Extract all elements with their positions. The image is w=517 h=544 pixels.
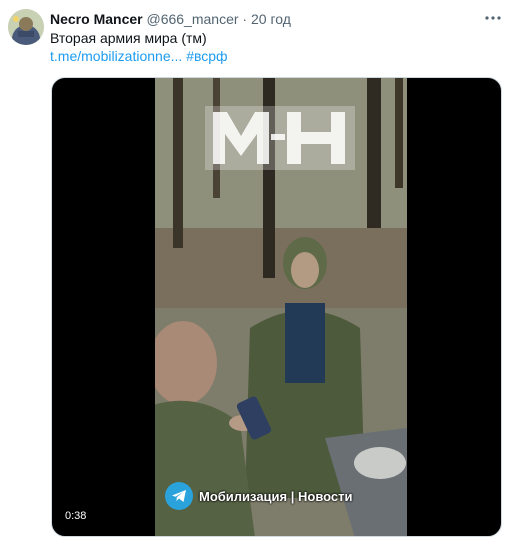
tweet[interactable]: Necro Mancer @666_mancer · 20 год Вторая… bbox=[0, 0, 517, 544]
hashtag-link[interactable]: #всрф bbox=[186, 48, 227, 64]
author-handle[interactable]: @666_mancer bbox=[146, 11, 238, 27]
tweet-links: t.me/mobilizationne... #всрф bbox=[50, 47, 497, 65]
video-frame[interactable]: Мобилизация | Новости bbox=[155, 78, 407, 536]
video-duration: 0:38 bbox=[62, 508, 90, 524]
telegram-icon bbox=[165, 482, 193, 510]
tweet-header: Necro Mancer @666_mancer · 20 год bbox=[50, 10, 477, 28]
video-player[interactable]: Мобилизация | Новости 0:38 bbox=[51, 77, 502, 537]
mn-watermark-logo bbox=[205, 106, 355, 170]
more-horizontal-icon bbox=[484, 8, 502, 25]
avatar[interactable] bbox=[8, 9, 44, 45]
telegram-channel-label: Мобилизация | Новости bbox=[165, 482, 353, 510]
tweet-timestamp[interactable]: 20 год bbox=[251, 11, 291, 27]
separator-dot: · bbox=[242, 11, 248, 27]
tweet-text: Вторая армия мира (тм) bbox=[50, 30, 207, 46]
channel-label: Мобилизация | Новости bbox=[199, 488, 353, 504]
more-options-button[interactable] bbox=[483, 10, 503, 28]
external-link[interactable]: t.me/mobilizationne... bbox=[50, 48, 182, 64]
author-name[interactable]: Necro Mancer bbox=[50, 11, 143, 27]
